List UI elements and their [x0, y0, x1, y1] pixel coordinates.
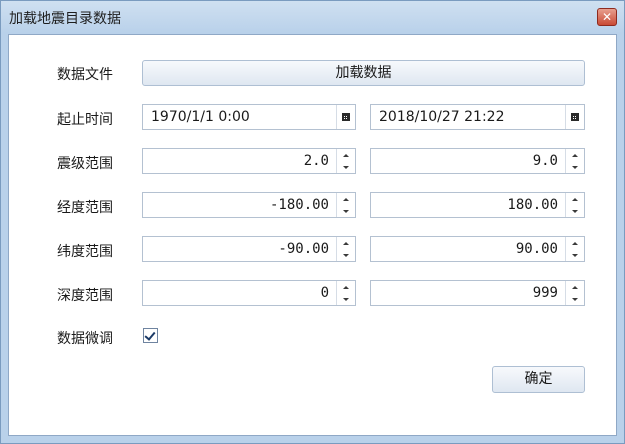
longitude-min-stepper[interactable]: -180.00	[142, 192, 356, 218]
latitude-max-stepper[interactable]: 90.00	[370, 236, 585, 262]
arrow-up-icon[interactable]	[566, 149, 584, 161]
latitude-range-label: 纬度范围	[57, 244, 113, 260]
magnitude-max-value: 9.0	[532, 153, 558, 169]
depth-min-value: 0	[320, 285, 329, 301]
arrow-down-icon[interactable]	[337, 249, 355, 261]
close-icon: ✕	[601, 10, 613, 24]
calendar-icon[interactable]	[565, 105, 584, 129]
ok-button[interactable]: 确定	[492, 366, 585, 393]
magnitude-range-label: 震级范围	[57, 156, 113, 172]
close-button[interactable]: ✕	[597, 8, 617, 26]
arrow-up-icon[interactable]	[337, 237, 355, 249]
dialog-body: 数据文件 加载数据 起止时间 1970/1/1 0:00 2018/10/27 …	[8, 34, 617, 436]
calendar-icon[interactable]	[336, 105, 355, 129]
longitude-max-stepper[interactable]: 180.00	[370, 192, 585, 218]
arrow-down-icon[interactable]	[337, 205, 355, 217]
start-time-value: 1970/1/1 0:00	[151, 109, 250, 125]
end-time-picker[interactable]: 2018/10/27 21:22	[370, 104, 585, 130]
arrow-up-icon[interactable]	[566, 281, 584, 293]
arrow-up-icon[interactable]	[566, 237, 584, 249]
arrow-up-icon[interactable]	[566, 193, 584, 205]
latitude-min-stepper[interactable]: -90.00	[142, 236, 356, 262]
arrow-up-icon[interactable]	[337, 281, 355, 293]
window-title: 加载地震目录数据	[9, 11, 121, 27]
title-bar[interactable]: 加载地震目录数据 ✕	[1, 1, 624, 33]
arrow-up-icon[interactable]	[337, 193, 355, 205]
start-time-picker[interactable]: 1970/1/1 0:00	[142, 104, 356, 130]
depth-range-label: 深度范围	[57, 288, 113, 304]
magnitude-min-stepper[interactable]: 2.0	[142, 148, 356, 174]
arrow-down-icon[interactable]	[566, 249, 584, 261]
magnitude-min-value: 2.0	[303, 153, 329, 169]
load-data-button[interactable]: 加载数据	[142, 60, 585, 86]
longitude-min-value: -180.00	[269, 197, 329, 213]
arrow-down-icon[interactable]	[337, 293, 355, 305]
arrow-down-icon[interactable]	[566, 293, 584, 305]
end-time-value: 2018/10/27 21:22	[379, 109, 505, 125]
latitude-min-value: -90.00	[278, 241, 329, 257]
time-range-label: 起止时间	[57, 112, 113, 128]
arrow-down-icon[interactable]	[566, 161, 584, 173]
checkmark-icon	[144, 329, 156, 341]
depth-max-stepper[interactable]: 999	[370, 280, 585, 306]
data-file-label: 数据文件	[57, 67, 113, 83]
fine-tune-checkbox[interactable]	[143, 328, 158, 343]
latitude-max-value: 90.00	[515, 241, 558, 257]
longitude-range-label: 经度范围	[57, 200, 113, 216]
longitude-max-value: 180.00	[507, 197, 558, 213]
arrow-up-icon[interactable]	[337, 149, 355, 161]
fine-tune-label: 数据微调	[57, 331, 113, 347]
magnitude-max-stepper[interactable]: 9.0	[370, 148, 585, 174]
arrow-down-icon[interactable]	[337, 161, 355, 173]
dialog-window: 加载地震目录数据 ✕ 数据文件 加载数据 起止时间 1970/1/1 0:00 …	[0, 0, 625, 444]
depth-max-value: 999	[532, 285, 558, 301]
depth-min-stepper[interactable]: 0	[142, 280, 356, 306]
arrow-down-icon[interactable]	[566, 205, 584, 217]
